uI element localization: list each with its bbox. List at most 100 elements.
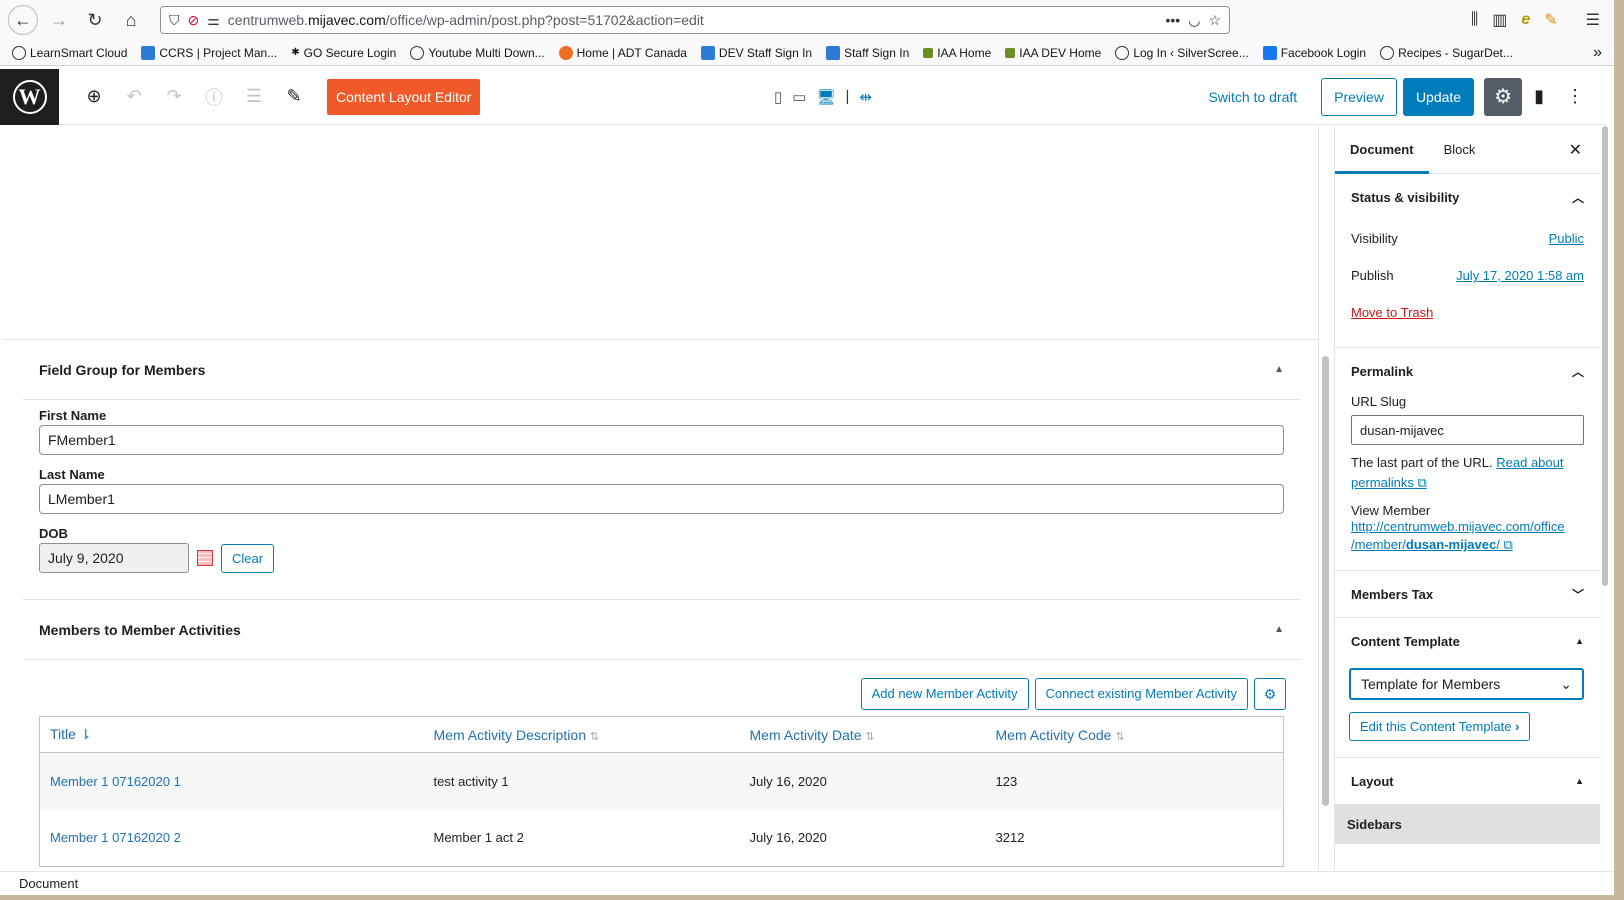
- sidebars-section[interactable]: Sidebars: [1335, 804, 1600, 844]
- clipboard-icon[interactable]: ▮: [1534, 86, 1544, 107]
- bookmark-item[interactable]: IAA DEV Home: [1005, 46, 1101, 60]
- sort-icon[interactable]: ⇅: [1115, 731, 1124, 743]
- view-member-link[interactable]: http://centrumweb.mijavec.com/office/mem…: [1351, 518, 1584, 554]
- info-icon[interactable]: ⓘ: [203, 84, 225, 110]
- url-slug-input[interactable]: dusan-mijavec: [1351, 415, 1584, 445]
- content-template-select[interactable]: Template for Members ⌄: [1349, 668, 1584, 700]
- sort-icon[interactable]: ⇅: [590, 731, 599, 743]
- library-icon[interactable]: ⫼: [1471, 11, 1478, 29]
- redo-icon[interactable]: ↷: [163, 86, 185, 107]
- editor-canvas[interactable]: [4, 126, 1318, 340]
- column-header-description[interactable]: Mem Activity Description ⇅: [423, 716, 740, 753]
- calendar-icon[interactable]: [197, 550, 213, 566]
- browser-navbar: ← → ↻ ⌂ ⛉ ⊘ ⚌ centrumweb.mijavec.com/off…: [0, 0, 1614, 40]
- metabox-header[interactable]: Field Group for Members ▲: [23, 340, 1300, 400]
- more-options-icon[interactable]: ⋮: [1566, 86, 1584, 107]
- bookmark-item[interactable]: Log In ‹ SilverScree...: [1115, 45, 1249, 60]
- settings-gear-icon[interactable]: ⚙: [1484, 77, 1523, 116]
- tab-block[interactable]: Block: [1429, 126, 1491, 174]
- undo-icon[interactable]: ↶: [123, 86, 145, 107]
- content-layout-editor-button[interactable]: Content Layout Editor: [327, 78, 481, 115]
- edit-content-template-button[interactable]: Edit this Content Template ›: [1349, 712, 1531, 741]
- bookmark-item[interactable]: Staff Sign In: [826, 45, 909, 60]
- update-button[interactable]: Update: [1402, 77, 1475, 116]
- insecure-lock-icon[interactable]: ⊘: [188, 12, 200, 29]
- clear-date-button[interactable]: Clear: [221, 543, 275, 573]
- activity-title-link[interactable]: Member 1 07162020 2: [50, 830, 181, 845]
- panel-header[interactable]: Status & visibility ︿: [1335, 174, 1600, 220]
- edit-mode-icon[interactable]: ✎: [283, 86, 305, 107]
- move-to-trash-link[interactable]: Move to Trash: [1351, 305, 1433, 320]
- sidebar-toggle-icon[interactable]: ▥: [1492, 10, 1507, 30]
- url-bar[interactable]: ⛉ ⊘ ⚌ centrumweb.mijavec.com/office/wp-a…: [160, 6, 1230, 34]
- shield-icon[interactable]: ⛉: [169, 12, 180, 29]
- forward-icon[interactable]: →: [44, 5, 74, 35]
- switch-to-draft-button[interactable]: Switch to draft: [1208, 89, 1297, 105]
- breadcrumb-document[interactable]: Document: [19, 876, 78, 891]
- desktop-icon[interactable]: 🖥: [816, 88, 835, 106]
- wordpress-logo-icon[interactable]: W: [0, 68, 59, 125]
- tablet-icon[interactable]: ▭: [792, 88, 806, 106]
- visibility-link[interactable]: Public: [1549, 231, 1584, 246]
- collapse-triangle-icon[interactable]: ▲: [1575, 636, 1584, 646]
- sort-icon[interactable]: ⇅: [865, 731, 874, 743]
- status-visibility-panel: Status & visibility ︿ Visibility Public P…: [1335, 174, 1600, 348]
- page-actions-icon[interactable]: •••: [1166, 12, 1181, 28]
- chevron-up-icon[interactable]: ︿: [1572, 189, 1584, 206]
- column-header-date[interactable]: Mem Activity Date ⇅: [739, 716, 986, 753]
- collapse-triangle-icon[interactable]: ▲: [1575, 776, 1584, 786]
- connect-existing-activity-button[interactable]: Connect existing Member Activity: [1034, 678, 1248, 710]
- bookmark-item[interactable]: Facebook Login: [1262, 45, 1366, 60]
- mobile-icon[interactable]: ▯: [774, 88, 782, 106]
- content-scrollbar[interactable]: [1318, 126, 1332, 871]
- add-block-icon[interactable]: ⊕: [83, 86, 105, 107]
- pocket-icon[interactable]: ◡: [1188, 12, 1200, 29]
- extension-icon[interactable]: e: [1521, 11, 1530, 29]
- sort-icon[interactable]: ⇂: [80, 726, 92, 742]
- extension-icon-2[interactable]: ✎: [1544, 10, 1557, 30]
- split-view-icon[interactable]: ⇹: [859, 88, 872, 106]
- chevron-down-icon[interactable]: ﹀: [1572, 586, 1584, 603]
- collapse-triangle-icon[interactable]: ▲: [1274, 364, 1284, 375]
- publish-date-link[interactable]: July 17, 2020 1:58 am: [1456, 268, 1584, 283]
- url-text[interactable]: centrumweb.mijavec.com/office/wp-admin/p…: [228, 12, 704, 28]
- relationship-settings-gear-icon[interactable]: ⚙: [1254, 678, 1286, 710]
- dob-input[interactable]: July 9, 2020: [39, 543, 189, 573]
- panel-header[interactable]: Members Tax ﹀: [1335, 571, 1600, 617]
- activity-title-link[interactable]: Member 1 07162020 1: [50, 774, 181, 789]
- panel-header[interactable]: Layout ▲: [1335, 758, 1600, 804]
- back-icon[interactable]: ←: [8, 5, 38, 35]
- external-link-icon: ⧉: [1417, 475, 1427, 490]
- bookmark-item[interactable]: Home | ADT Canada: [558, 45, 687, 60]
- column-header-code[interactable]: Mem Activity Code ⇅: [985, 716, 1284, 753]
- chevron-up-icon[interactable]: ︿: [1572, 363, 1584, 380]
- bookmark-item[interactable]: ✱ GO Secure Login: [291, 46, 396, 60]
- scrollbar-thumb[interactable]: [1602, 126, 1608, 586]
- sidebar-scrollbar[interactable]: [1600, 126, 1610, 871]
- last-name-input[interactable]: LMember1: [39, 484, 1284, 514]
- bookmark-item[interactable]: Youtube Multi Down...: [410, 45, 545, 60]
- first-name-input[interactable]: FMember1: [39, 425, 1284, 455]
- metabox-header[interactable]: Members to Member Activities ▲: [23, 600, 1300, 660]
- column-header-title[interactable]: Title ⇂: [39, 716, 424, 753]
- close-icon[interactable]: ✕: [1569, 140, 1582, 160]
- add-new-activity-button[interactable]: Add new Member Activity: [860, 678, 1029, 710]
- bookmark-item[interactable]: Recipes - SugarDet...: [1380, 45, 1513, 60]
- reload-icon[interactable]: ↻: [80, 5, 110, 35]
- more-bookmarks-icon[interactable]: »: [1593, 44, 1602, 62]
- panel-header[interactable]: Permalink ︿: [1335, 348, 1600, 394]
- tab-document[interactable]: Document: [1335, 126, 1429, 174]
- home-icon[interactable]: ⌂: [116, 5, 146, 35]
- collapse-triangle-icon[interactable]: ▲: [1274, 624, 1284, 635]
- panel-header[interactable]: Content Template ▲: [1335, 618, 1600, 664]
- permissions-icon[interactable]: ⚌: [207, 12, 220, 29]
- bookmark-item[interactable]: IAA Home: [923, 46, 991, 60]
- preview-button[interactable]: Preview: [1321, 77, 1397, 116]
- block-navigation-icon[interactable]: ☰: [243, 86, 265, 107]
- bookmark-item[interactable]: DEV Staff Sign In: [700, 45, 812, 60]
- bookmark-item[interactable]: LearnSmart Cloud: [12, 45, 127, 60]
- bookmark-star-icon[interactable]: ☆: [1208, 12, 1221, 29]
- scrollbar-thumb[interactable]: [1322, 356, 1329, 806]
- bookmark-item[interactable]: CCRS | Project Man...: [141, 45, 277, 60]
- menu-icon[interactable]: ☰: [1586, 10, 1600, 30]
